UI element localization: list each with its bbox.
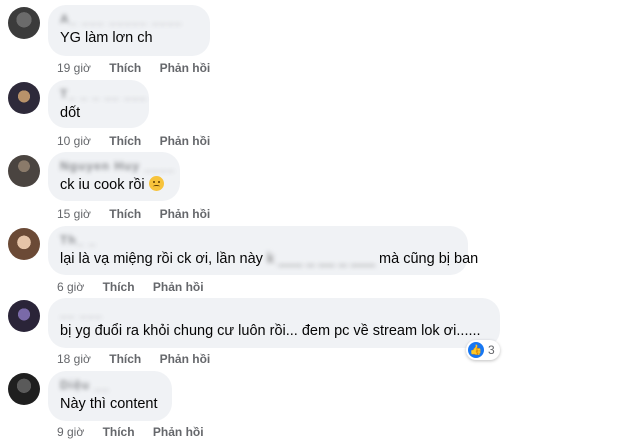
- comment-text: Này thì content: [60, 396, 158, 412]
- comment-author[interactable]: __ ___: [60, 305, 488, 319]
- comment-time[interactable]: 10 giờ: [57, 134, 91, 148]
- comment-bubble: Nguyen Huy ____ ck iu cook rồi: [48, 152, 180, 201]
- comment-author[interactable]: T_ _ _ __ ___: [60, 87, 146, 101]
- comment-text-before: lại là vạ miệng rồi ck ơi, lần này: [60, 251, 263, 267]
- avatar[interactable]: [8, 155, 40, 187]
- reaction-count: 3: [488, 343, 495, 357]
- avatar[interactable]: [8, 300, 40, 332]
- comment-actions: 19 giờ Thích Phản hồi: [57, 61, 225, 75]
- comment-author[interactable]: A_ ___ _____ ____: [60, 12, 198, 26]
- comment-text: lại là vạ miệng rồi ck ơi, lần này k ___…: [60, 250, 478, 269]
- like-icon: 👍: [468, 342, 484, 358]
- comment-bubble: T_ _ _ __ ___ dốt: [48, 80, 149, 128]
- like-button[interactable]: Thích: [109, 61, 141, 75]
- reaction-summary[interactable]: 👍 3: [466, 340, 500, 360]
- comment-bubble: Th_ _ lại là vạ miệng rồi ck ơi, lần này…: [48, 226, 478, 275]
- like-button[interactable]: Thích: [103, 280, 135, 294]
- comment-actions: 10 giờ Thích Phản hồi: [57, 134, 225, 148]
- comment-author[interactable]: Nguyen Huy ____: [60, 159, 174, 173]
- comment-time[interactable]: 6 giờ: [57, 280, 84, 294]
- comment-text: YG làm lơn ch: [60, 30, 153, 46]
- comment-author[interactable]: Diệu __: [60, 378, 160, 392]
- avatar[interactable]: [8, 228, 40, 260]
- reply-button[interactable]: Phản hồi: [153, 425, 204, 439]
- comment-time[interactable]: 9 giờ: [57, 425, 84, 439]
- reply-button[interactable]: Phản hồi: [160, 61, 211, 75]
- like-button[interactable]: Thích: [103, 425, 135, 439]
- comment-text-content: ck iu cook rồi: [60, 177, 145, 193]
- comment-text: dốt: [60, 105, 81, 121]
- comment-text: ck iu cook rồi: [60, 176, 168, 195]
- like-button[interactable]: Thích: [109, 352, 141, 366]
- sad-face-icon: [148, 176, 164, 191]
- avatar[interactable]: [8, 373, 40, 405]
- reply-button[interactable]: Phản hồi: [160, 134, 211, 148]
- avatar[interactable]: [8, 7, 40, 39]
- comment-time[interactable]: 19 giờ: [57, 61, 91, 75]
- like-button[interactable]: Thích: [109, 207, 141, 221]
- comment-text-hidden: k ___ _ __ _ ___: [266, 251, 376, 267]
- comment-actions: 18 giờ Thích Phản hồi: [57, 352, 225, 366]
- comment-text-after: mà cũng bị ban: [379, 251, 479, 267]
- comment-time[interactable]: 15 giờ: [57, 207, 91, 221]
- reply-button[interactable]: Phản hồi: [160, 207, 211, 221]
- comment-time[interactable]: 18 giờ: [57, 352, 91, 366]
- comment-actions: 6 giờ Thích Phản hồi: [57, 280, 219, 294]
- reply-button[interactable]: Phản hồi: [160, 352, 211, 366]
- comment-bubble: __ ___ bị yg đuổi ra khỏi chung cư luôn …: [48, 298, 500, 348]
- comment-text: bị yg đuổi ra khỏi chung cư luôn rồi... …: [60, 323, 481, 339]
- comment-bubble: A_ ___ _____ ____ YG làm lơn ch: [48, 5, 210, 56]
- avatar[interactable]: [8, 82, 40, 114]
- reply-button[interactable]: Phản hồi: [153, 280, 204, 294]
- comment-bubble: Diệu __ Này thì content: [48, 371, 172, 421]
- like-button[interactable]: Thích: [109, 134, 141, 148]
- comment-actions: 9 giờ Thích Phản hồi: [57, 425, 219, 439]
- comment-actions: 15 giờ Thích Phản hồi: [57, 207, 225, 221]
- comment-author[interactable]: Th_ _: [60, 233, 456, 247]
